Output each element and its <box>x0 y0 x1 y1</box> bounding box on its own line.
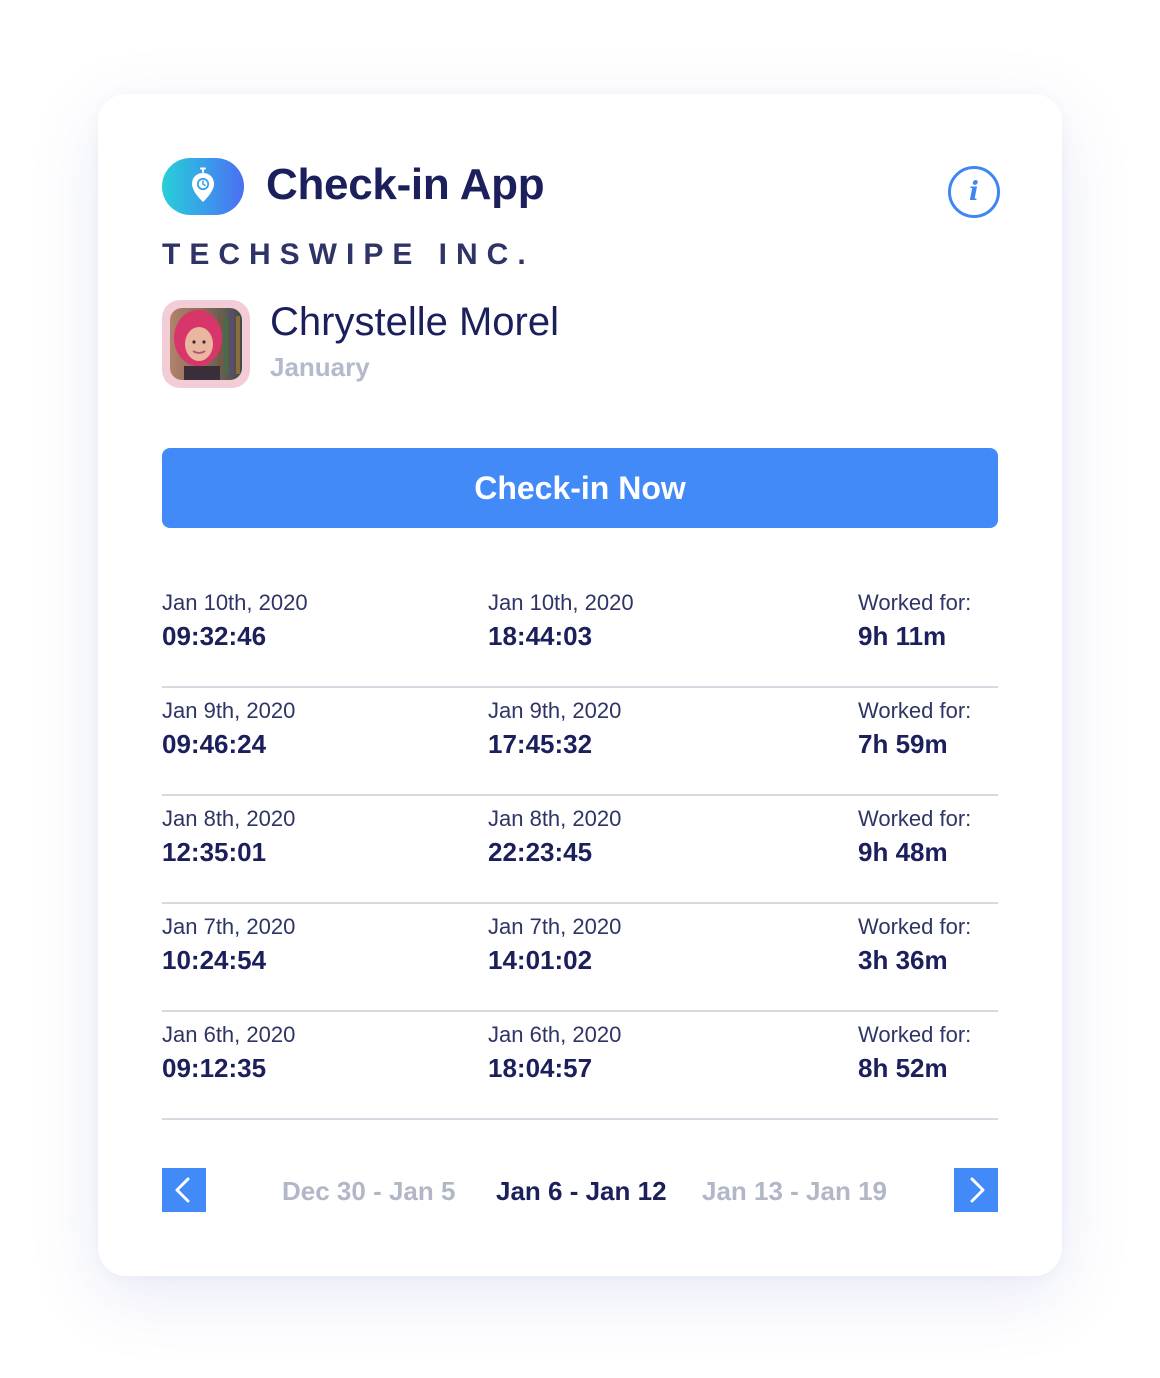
check-in-now-button[interactable]: Check-in Now <box>162 448 998 528</box>
check-in-time: 12:35:01 <box>162 837 267 867</box>
chevron-left-icon <box>175 1177 190 1203</box>
check-out-date: Jan 6th, 2020 <box>488 1022 622 1047</box>
list-item: Jan 7th, 2020 10:24:54 Jan 7th, 2020 14:… <box>162 904 998 1012</box>
info-icon: i <box>969 177 979 207</box>
week-tab-previous[interactable]: Dec 30 - Jan 5 <box>282 1176 455 1207</box>
worked-label: Worked for: <box>858 914 972 939</box>
check-in-time: 09:12:35 <box>162 1053 267 1083</box>
check-out-time: 14:01:02 <box>488 945 593 975</box>
check-out-date: Jan 10th, 2020 <box>488 590 634 615</box>
check-in-date: Jan 9th, 2020 <box>162 698 296 723</box>
avatar <box>162 300 250 388</box>
worked-label: Worked for: <box>858 806 972 831</box>
company-name: TECHSWIPE INC. <box>162 238 535 271</box>
location-pin-app-icon <box>162 158 244 215</box>
worked-label: Worked for: <box>858 590 972 615</box>
worked-cell: Worked for: 7h 59m <box>858 698 971 760</box>
check-out-cell: Jan 9th, 2020 17:45:32 <box>488 698 621 760</box>
check-out-date: Jan 8th, 2020 <box>488 806 622 831</box>
check-out-time: 17:45:32 <box>488 729 593 759</box>
chevron-right-icon <box>970 1177 985 1203</box>
list-item: Jan 10th, 2020 09:32:46 Jan 10th, 2020 1… <box>162 580 998 688</box>
check-out-cell: Jan 6th, 2020 18:04:57 <box>488 1022 621 1084</box>
check-out-cell: Jan 10th, 2020 18:44:03 <box>488 590 634 652</box>
map-pin-icon <box>192 167 214 202</box>
check-in-cell: Jan 9th, 2020 09:46:24 <box>162 698 295 760</box>
week-tab-current[interactable]: Jan 6 - Jan 12 <box>496 1176 667 1207</box>
week-tab-next[interactable]: Jan 13 - Jan 19 <box>702 1176 887 1207</box>
worked-duration: 8h 52m <box>858 1053 948 1083</box>
worked-cell: Worked for: 8h 52m <box>858 1022 971 1084</box>
check-in-time: 09:32:46 <box>162 621 267 651</box>
previous-week-button[interactable] <box>162 1168 206 1212</box>
user-name: Chrystelle Morel <box>270 300 559 344</box>
check-in-date: Jan 7th, 2020 <box>162 914 296 939</box>
check-out-date: Jan 9th, 2020 <box>488 698 622 723</box>
worked-duration: 9h 48m <box>858 837 948 867</box>
list-item: Jan 8th, 2020 12:35:01 Jan 8th, 2020 22:… <box>162 796 998 904</box>
check-in-cell: Jan 6th, 2020 09:12:35 <box>162 1022 295 1084</box>
checkin-card: Check-in App i TECHSWIPE INC. Chrystelle… <box>98 94 1062 1276</box>
worked-cell: Worked for: 3h 36m <box>858 914 971 976</box>
check-out-cell: Jan 8th, 2020 22:23:45 <box>488 806 621 868</box>
next-week-button[interactable] <box>954 1168 998 1212</box>
worked-label: Worked for: <box>858 698 972 723</box>
period-month: January <box>270 352 370 382</box>
checkin-history-list: Jan 10th, 2020 09:32:46 Jan 10th, 2020 1… <box>162 580 998 1120</box>
check-in-cell: Jan 7th, 2020 10:24:54 <box>162 914 295 976</box>
check-in-cell: Jan 10th, 2020 09:32:46 <box>162 590 308 652</box>
list-item: Jan 6th, 2020 09:12:35 Jan 6th, 2020 18:… <box>162 1012 998 1120</box>
check-in-date: Jan 10th, 2020 <box>162 590 308 615</box>
worked-duration: 7h 59m <box>858 729 948 759</box>
info-button[interactable]: i <box>948 166 1000 218</box>
check-out-cell: Jan 7th, 2020 14:01:02 <box>488 914 621 976</box>
check-in-date: Jan 8th, 2020 <box>162 806 296 831</box>
check-out-time: 22:23:45 <box>488 837 593 867</box>
app-title: Check-in App <box>266 160 545 209</box>
check-in-time: 09:46:24 <box>162 729 267 759</box>
worked-cell: Worked for: 9h 48m <box>858 806 971 868</box>
worked-cell: Worked for: 9h 11m <box>858 590 971 652</box>
check-in-cell: Jan 8th, 2020 12:35:01 <box>162 806 295 868</box>
check-out-time: 18:44:03 <box>488 621 593 651</box>
check-out-date: Jan 7th, 2020 <box>488 914 622 939</box>
check-in-date: Jan 6th, 2020 <box>162 1022 296 1047</box>
worked-duration: 9h 11m <box>858 621 947 651</box>
worked-duration: 3h 36m <box>858 945 948 975</box>
avatar-photo <box>170 308 242 380</box>
check-out-time: 18:04:57 <box>488 1053 593 1083</box>
list-item: Jan 9th, 2020 09:46:24 Jan 9th, 2020 17:… <box>162 688 998 796</box>
check-in-time: 10:24:54 <box>162 945 267 975</box>
worked-label: Worked for: <box>858 1022 972 1047</box>
